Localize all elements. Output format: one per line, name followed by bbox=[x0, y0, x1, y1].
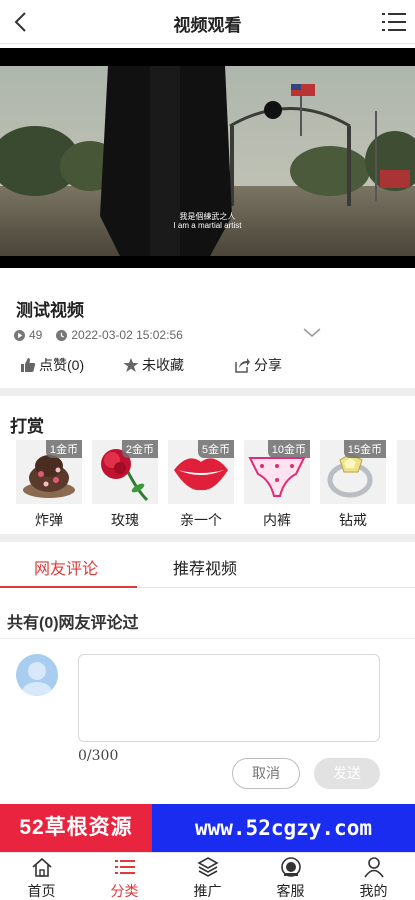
share-button[interactable]: 分享 bbox=[233, 354, 282, 376]
char-counter: 0/300 bbox=[78, 748, 119, 764]
gift-image-partial bbox=[397, 440, 415, 504]
chevron-down-icon[interactable] bbox=[302, 326, 322, 340]
active-tab-indicator bbox=[0, 586, 137, 588]
gift-item-kiss[interactable]: 5金币 亲一个 bbox=[168, 440, 234, 532]
nav-item-home[interactable]: 首页 bbox=[0, 853, 83, 900]
video-meta: 49 2022-03-02 15:02:56 bbox=[14, 328, 183, 342]
gift-item-ring[interactable]: 15金币 钻戒 bbox=[320, 440, 386, 532]
gift-item-panties[interactable]: 10金币 内裤 bbox=[244, 440, 310, 532]
gift-item-rose[interactable]: 2金币 玫瑰 bbox=[92, 440, 158, 532]
gift-item-next[interactable] bbox=[397, 440, 415, 532]
cancel-button[interactable]: 取消 bbox=[232, 758, 300, 789]
collect-button[interactable]: 未收藏 bbox=[123, 354, 184, 376]
avatar bbox=[16, 654, 58, 696]
service-icon bbox=[281, 857, 301, 877]
share-icon bbox=[235, 358, 250, 373]
user-icon bbox=[364, 857, 384, 878]
nav-label: 分类 bbox=[110, 883, 139, 899]
divider bbox=[0, 638, 415, 639]
thumbs-up-icon bbox=[21, 358, 36, 372]
clock-icon bbox=[56, 329, 68, 341]
top-header: 视频观看 bbox=[0, 0, 415, 44]
tab-recommended[interactable]: 推荐视频 bbox=[173, 555, 237, 579]
video-actions: 点赞(0) 未收藏 分享 bbox=[0, 354, 415, 378]
gift-name: 玫瑰 bbox=[111, 512, 139, 528]
bottom-nav: 首页 分类 推广 客服 我的 bbox=[0, 852, 415, 900]
gift-name: 炸弹 bbox=[35, 512, 63, 528]
video-player[interactable]: 我是個練武之人 I am a martial artist bbox=[0, 48, 415, 268]
gift-item-bomb[interactable]: 1金币 炸弹 bbox=[16, 440, 82, 532]
share-label: 分享 bbox=[254, 357, 282, 373]
star-icon bbox=[123, 358, 139, 372]
nav-item-mine[interactable]: 我的 bbox=[332, 853, 415, 900]
gift-list: 1金币 炸弹 2金币 玫瑰 5金币 亲一个 10金币 内裤 15金币 钻戒 bbox=[0, 440, 415, 532]
page-title: 视频观看 bbox=[173, 16, 242, 35]
video-info: 测试视频 49 2022-03-02 15:02:56 点赞(0) 未收藏 分享 bbox=[0, 268, 415, 386]
gift-price: 10金币 bbox=[267, 440, 310, 458]
list-icon bbox=[115, 860, 135, 874]
video-subtitle-en: I am a martial artist bbox=[173, 221, 242, 230]
ad-banner[interactable]: 52草根资源 www.52cgzy.com bbox=[0, 804, 415, 852]
collect-label: 未收藏 bbox=[142, 357, 184, 373]
like-button[interactable]: 点赞(0) bbox=[20, 354, 84, 376]
banner-brand-text: 52草根资源 bbox=[0, 804, 152, 852]
gift-price: 15金币 bbox=[343, 440, 386, 458]
banner-url-text: www.52cgzy.com bbox=[152, 804, 415, 852]
reward-title: 打赏 bbox=[10, 417, 44, 436]
content-tabs: 网友评论 推荐视频 bbox=[0, 544, 415, 588]
tab-comments[interactable]: 网友评论 bbox=[34, 555, 98, 579]
divider bbox=[0, 388, 415, 396]
nav-label: 首页 bbox=[27, 883, 56, 899]
gift-price: 1金币 bbox=[45, 440, 82, 458]
nav-item-service[interactable]: 客服 bbox=[249, 853, 332, 900]
gift-price: 2金币 bbox=[121, 440, 158, 458]
user-avatar-icon bbox=[16, 654, 58, 696]
comment-count: 共有(0)网友评论过 bbox=[7, 615, 139, 632]
gift-name: 亲一个 bbox=[180, 512, 222, 528]
view-count: 49 bbox=[29, 328, 43, 342]
home-icon bbox=[32, 857, 52, 877]
gift-price: 5金币 bbox=[197, 440, 234, 458]
nav-label: 推广 bbox=[193, 883, 222, 899]
play-count-icon bbox=[14, 329, 25, 341]
send-button[interactable]: 发送 bbox=[314, 758, 380, 789]
publish-datetime: 2022-03-02 15:02:56 bbox=[71, 328, 183, 342]
nav-label: 我的 bbox=[359, 883, 388, 899]
like-label: 点赞(0) bbox=[39, 357, 85, 373]
gift-name: 内裤 bbox=[263, 512, 291, 528]
gift-name: 钻戒 bbox=[339, 512, 367, 528]
divider bbox=[0, 534, 415, 542]
menu-icon[interactable] bbox=[381, 9, 407, 35]
nav-item-category[interactable]: 分类 bbox=[83, 853, 166, 900]
video-title: 测试视频 bbox=[16, 301, 84, 320]
layers-icon bbox=[197, 857, 219, 877]
nav-label: 客服 bbox=[276, 883, 305, 899]
nav-item-promote[interactable]: 推广 bbox=[166, 853, 249, 900]
comment-input[interactable] bbox=[78, 654, 380, 742]
